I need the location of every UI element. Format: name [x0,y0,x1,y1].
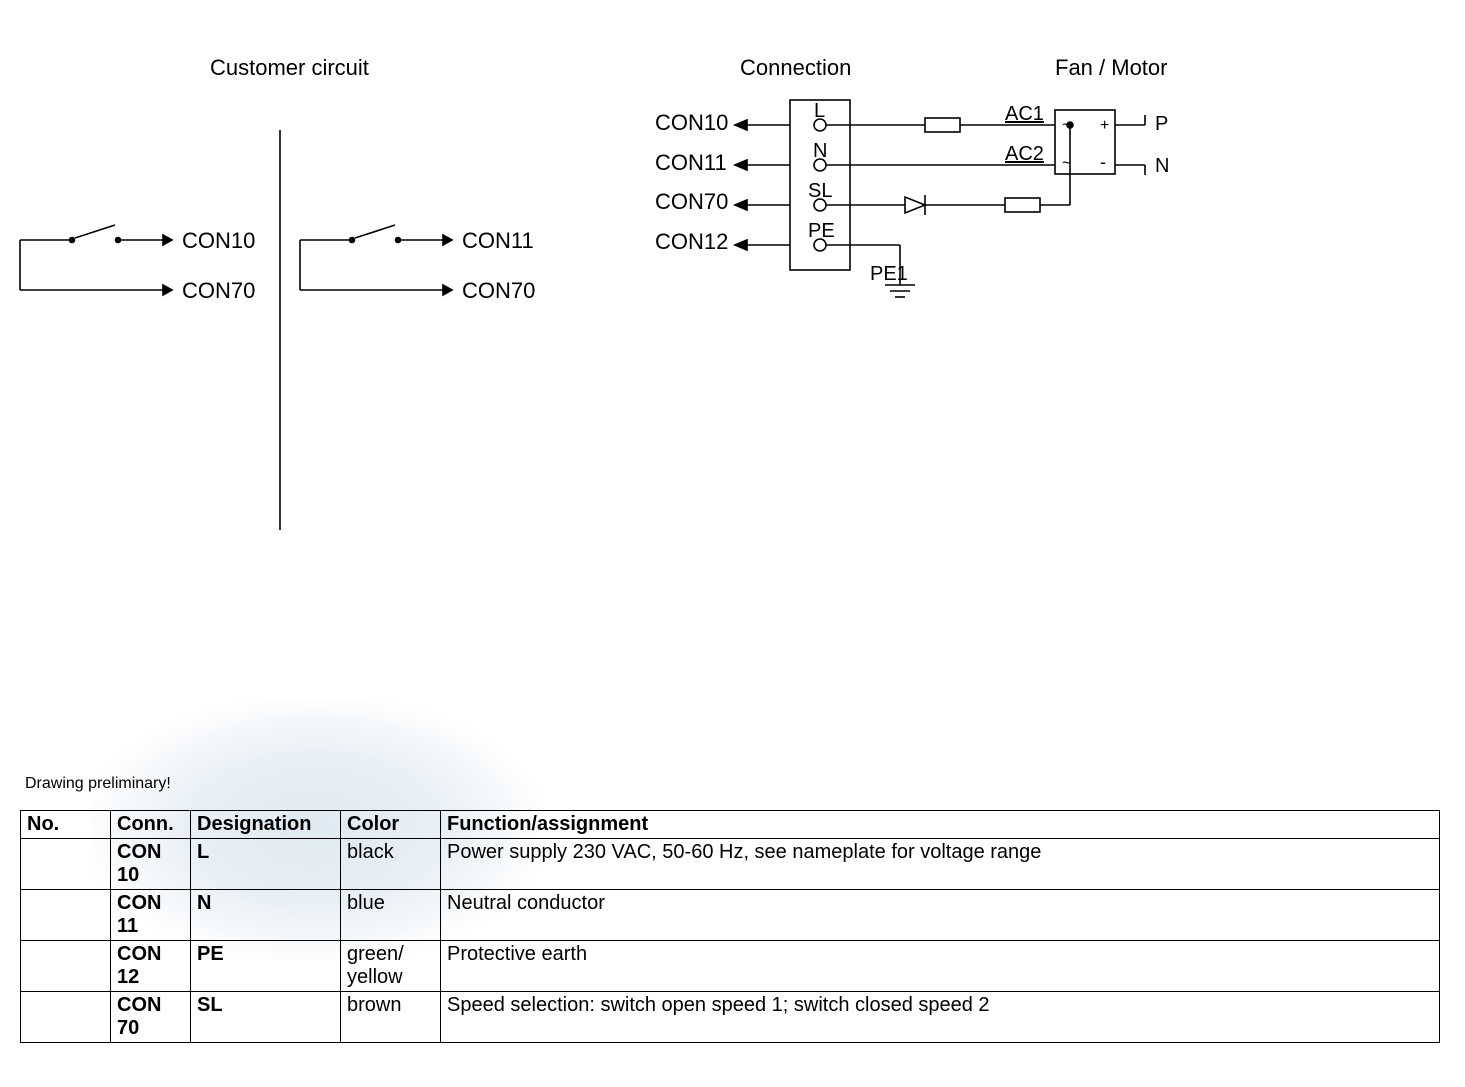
connection-block: CON10 CON11 CON70 CON12 L N SL PE [655,100,1169,297]
cell-desig: PE [191,941,341,992]
cell-desig: N [191,890,341,941]
customer-circuit-mid: CON11 CON70 [300,225,535,303]
th-color: Color [341,811,441,839]
section-label-customer: Customer circuit [210,55,369,81]
cell-conn: CON 70 [111,992,191,1043]
label-ac2: AC2 [1005,143,1044,165]
label-con70-mid: CON70 [462,278,535,303]
plus-sign: + [1100,117,1109,134]
cell-func: Protective earth [441,941,1440,992]
cell-func: Power supply 230 VAC, 50-60 Hz, see name… [441,839,1440,890]
section-label-fanmotor: Fan / Motor [1055,55,1167,81]
cell-no [21,839,111,890]
cell-conn: CON 12 [111,941,191,992]
cell-color: black [341,839,441,890]
tilde-bot: ~ [1062,155,1071,172]
component-box-top [925,118,960,132]
th-conn: Conn. [111,811,191,839]
cell-conn: CON 10 [111,839,191,890]
table-header-row: No. Conn. Designation Color Function/ass… [21,811,1440,839]
table-row: CON 11 N blue Neutral conductor [21,890,1440,941]
note-preliminary: Drawing preliminary! [25,775,171,793]
cell-func: Speed selection: switch open speed 1; sw… [441,992,1440,1043]
table-row: CON 12 PE green/ yellow Protective earth [21,941,1440,992]
label-motor-n: N [1155,155,1169,177]
cell-no [21,992,111,1043]
cell-desig: SL [191,992,341,1043]
table-row: CON 70 SL brown Speed selection: switch … [21,992,1440,1043]
label-con10-left: CON10 [182,228,255,253]
minus-sign: - [1100,152,1106,172]
label-con11-mid: CON11 [462,228,534,253]
cell-conn: CON 11 [111,890,191,941]
label-motor-p: P [1155,113,1168,135]
cell-desig: L [191,839,341,890]
cell-color: green/ yellow [341,941,441,992]
label-ac1: AC1 [1005,103,1044,125]
cell-color: blue [341,890,441,941]
tilde-top: ~ [1062,117,1071,134]
cell-no [21,890,111,941]
label-pe1: PE1 [870,263,908,285]
label-con12-r: CON12 [655,229,728,254]
label-con10-r: CON10 [655,110,728,135]
th-desig: Designation [191,811,341,839]
cell-no [21,941,111,992]
label-con70-left: CON70 [182,278,255,303]
label-con11-r: CON11 [655,150,727,175]
section-label-connection: Connection [740,55,851,81]
connection-table: No. Conn. Designation Color Function/ass… [20,810,1440,1043]
th-no: No. [21,811,111,839]
schematic-diagram: CON10 CON70 CON11 CON70 CON10 CO [0,90,1465,590]
component-box-sl [1005,198,1040,212]
th-func: Function/assignment [441,811,1440,839]
customer-circuit-left: CON10 CON70 [20,225,255,303]
table-row: CON 10 L black Power supply 230 VAC, 50-… [21,839,1440,890]
cell-func: Neutral conductor [441,890,1440,941]
label-con70-r: CON70 [655,189,728,214]
cell-color: brown [341,992,441,1043]
